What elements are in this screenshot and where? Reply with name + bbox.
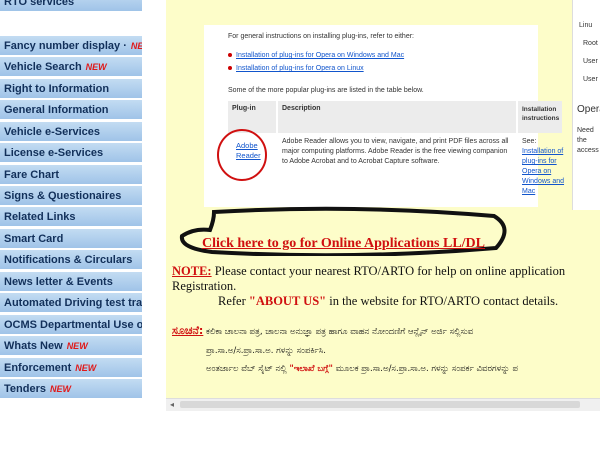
sidebar-item-newsletter-events[interactable]: News letter & Events <box>0 272 142 292</box>
scroll-left-arrow-icon[interactable]: ◂ <box>170 400 174 409</box>
sidebar-item-label: Enforcement <box>4 362 72 374</box>
install-see: See: <box>522 138 537 145</box>
sidebar-item-label: Tenders <box>4 383 46 395</box>
sidebar-item-label: News letter & Events <box>4 276 113 288</box>
kannada-note-line-1: ಸೂಚನೆ: ಕಲಿಕಾ ಚಾಲನಾ ಪತ್ರ, ಚಾಲನಾ ಅನುಜ್ಞಾ ಪ… <box>172 324 600 338</box>
sidebar-item-label: Vehicle Search <box>4 61 82 73</box>
table-header-installation: Installation instructions <box>518 101 562 133</box>
side-item: Linu <box>579 22 593 29</box>
sidebar-item-label: Signs & Questionaires <box>4 190 122 202</box>
new-badge: NEW <box>66 341 88 351</box>
side-item: User <box>583 58 598 65</box>
plugin-help-panel: For general instructions on installing p… <box>204 25 564 207</box>
sidebar-item-notifications-circulars[interactable]: Notifications & Circulars <box>0 250 142 270</box>
sidebar-item-general-information[interactable]: General Information <box>0 100 142 120</box>
sidebar-item-vehicle-search[interactable]: Vehicle Search NEW <box>0 57 142 77</box>
sidebar-item-label: Fare Chart <box>4 169 60 181</box>
sidebar-item-label: Automated Driving test track <box>4 297 142 309</box>
plugin-popular-text: Some of the more popular plug-ins are li… <box>228 87 424 94</box>
plugin-link-item: Installation of plug-ins for Opera on Wi… <box>228 52 404 59</box>
sidebar-item-label: OCMS Departmental Use only <box>4 319 142 331</box>
kannada-note-line-2: ಪ್ರಾ.ಸಾ.ಅ/ಸ.ಪ್ರಾ.ಸಾ.ಅ. ಗಳನ್ನು ಸಂಪರ್ಕಿಸಿ. <box>206 346 326 356</box>
install-info: See: Installation of plug-ins for Opera … <box>522 137 566 197</box>
sidebar-item-rto-services[interactable]: RTO services <box>0 0 142 12</box>
sidebar-item-vehicle-eservices[interactable]: Vehicle e-Services <box>0 122 142 142</box>
refer-text-1: Refer <box>218 294 246 308</box>
about-us-text: "ABOUT US" <box>248 294 327 308</box>
bullet-icon <box>228 66 232 71</box>
online-applications-link[interactable]: Click here to go for Online Applications… <box>202 236 485 252</box>
sidebar-item-label: Notifications & Circulars <box>4 254 133 266</box>
sidebar-item-label: RTO services <box>4 0 75 8</box>
note-text: Please contact your nearest RTO/ARTO for… <box>172 264 566 293</box>
side-panel-text: Need the access <box>577 127 599 154</box>
plugin-link-linux[interactable]: Installation of plug-ins for Opera on Li… <box>236 65 364 72</box>
sidebar-item-related-links[interactable]: Related Links <box>0 207 142 227</box>
sidebar-item-label: Related Links <box>4 211 76 223</box>
sidebar-item-signs-questionaires[interactable]: Signs & Questionaires <box>0 186 142 206</box>
sidebar-item-label: Right to Information <box>4 83 110 95</box>
sidebar-item-whats-new[interactable]: Whats New NEW <box>0 336 142 356</box>
sidebar-item-license-eservices[interactable]: License e-Services <box>0 143 142 163</box>
adobe-reader-description: Adobe Reader allows you to view, navigat… <box>282 138 509 165</box>
kannada-note-line-3: ಅಂತರ್ಜಾಲ ವೆಬ್ ಸೈಟ್ ನಲ್ಲಿ "ಇಲಾಖೆ ಬಗ್ಗೆ" ಮ… <box>206 364 600 374</box>
sidebar-item-right-to-information[interactable]: Right to Information <box>0 79 142 99</box>
sidebar-item-tenders[interactable]: Tenders NEW <box>0 379 142 399</box>
sidebar-item-label: Smart Card <box>4 233 64 245</box>
new-badge: NEW <box>75 363 97 373</box>
kannada-note-text-1: ಕಲಿಕಾ ಚಾಲನಾ ಪತ್ರ, ಚಾಲನಾ ಅನುಜ್ಞಾ ಪತ್ರ ಹಾಗ… <box>206 327 474 337</box>
sidebar-item-label: Vehicle e-Services <box>4 126 101 138</box>
sidebar-item-automated-driving-test-track[interactable]: Automated Driving test track <box>0 293 142 313</box>
sidebar-item-smart-card[interactable]: Smart Card <box>0 229 142 249</box>
kannada-note-text-3a: ಅಂತರ್ಜಾಲ ವೆಬ್ ಸೈಟ್ ನಲ್ಲಿ <box>206 364 287 374</box>
highlight-circle-icon <box>217 129 267 181</box>
sidebar-item-enforcement[interactable]: Enforcement NEW <box>0 358 142 378</box>
bullet-icon <box>228 53 232 58</box>
scrollbar-thumb[interactable] <box>180 401 580 408</box>
main-content: For general instructions on installing p… <box>166 0 600 398</box>
plugin-intro: For general instructions on installing p… <box>228 33 414 40</box>
sidebar-item-ocms-departmental[interactable]: OCMS Departmental Use only <box>0 315 142 335</box>
side-item: User <box>583 76 598 83</box>
install-link[interactable]: Installation of plug-ins for Opera on Wi… <box>522 148 564 195</box>
kannada-note-text-3b: "ಇಲಾಖೆ ಬಗ್ಗೆ" <box>289 364 333 374</box>
new-badge: NEW <box>49 384 71 394</box>
sidebar-item-fancy-number[interactable]: Fancy number display ·NEW <box>0 36 142 56</box>
new-badge: NEW <box>85 62 107 72</box>
horizontal-scrollbar[interactable]: ◂ <box>166 398 600 411</box>
opera-side-panel: Linu Root User User Opera Need the acces… <box>572 0 600 210</box>
sidebar-item-label: License e-Services <box>4 147 104 159</box>
kannada-note-text-3c: ಮೂಲಕ ಪ್ರಾ.ಸಾ.ಅ/ಸ.ಪ್ರಾ.ಸಾ.ಅ. ಗಳನ್ನು ಸಂಪರ್… <box>335 364 518 374</box>
note-label: NOTE: <box>172 264 212 278</box>
sidebar-item-label: Whats New <box>4 340 63 352</box>
kannada-note-label: ಸೂಚನೆ: <box>172 324 204 337</box>
sidebar-item-label: General Information <box>4 104 109 116</box>
plugin-link-windows-mac[interactable]: Installation of plug-ins for Opera on Wi… <box>236 52 404 59</box>
sidebar-item-fare-chart[interactable]: Fare Chart <box>0 165 142 185</box>
table-header-description: Description <box>278 101 516 133</box>
new-badge: NEW <box>130 41 142 51</box>
side-item: Root <box>583 40 598 47</box>
refer-text-2: in the website for RTO/ARTO contact deta… <box>329 294 559 308</box>
side-panel-title: Opera <box>577 104 600 115</box>
sidebar-item-label: Fancy number display · <box>4 40 127 52</box>
sidebar-nav: RTO services Fancy number display ·NEW V… <box>0 0 142 402</box>
note-block: NOTE: Please contact your nearest RTO/AR… <box>172 264 600 309</box>
plugin-link-item: Installation of plug-ins for Opera on Li… <box>228 65 364 72</box>
